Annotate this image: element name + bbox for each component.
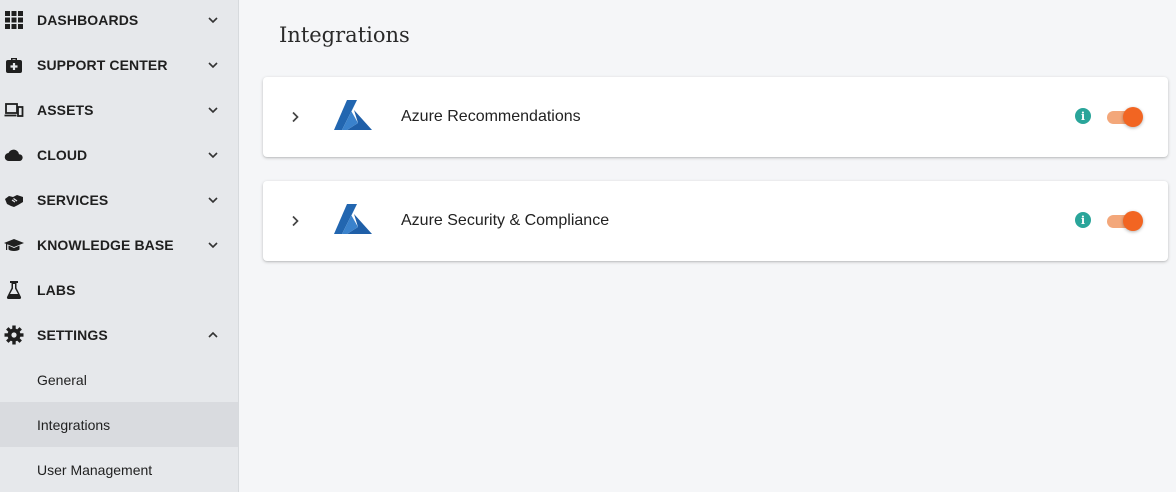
sidebar-item-dashboards[interactable]: DASHBOARDS <box>0 0 238 42</box>
sidebar-subitem-label: User Management <box>37 461 153 478</box>
chevron-down-icon <box>207 239 219 251</box>
sidebar-item-label: SETTINGS <box>37 326 108 343</box>
sidebar-item-label: SERVICES <box>37 191 109 208</box>
sidebar-item-support-center[interactable]: SUPPORT CENTER <box>0 42 238 87</box>
chevron-down-icon <box>207 14 219 26</box>
sidebar-item-settings[interactable]: SETTINGS <box>0 312 238 357</box>
chevron-down-icon <box>207 59 219 71</box>
sidebar-item-knowledge-base[interactable]: KNOWLEDGE BASE <box>0 222 238 267</box>
toggle-thumb <box>1123 211 1143 231</box>
sidebar-item-assets[interactable]: ASSETS <box>0 87 238 132</box>
sidebar-item-labs[interactable]: LABS <box>0 267 238 312</box>
medkit-icon <box>4 55 24 75</box>
chevron-right-icon[interactable] <box>285 211 305 231</box>
chevron-down-icon <box>207 104 219 116</box>
integration-card: Azure Recommendations i <box>263 77 1168 157</box>
integration-name: Azure Security & Compliance <box>401 212 610 229</box>
toggle-thumb <box>1123 107 1143 127</box>
info-icon[interactable]: i <box>1075 212 1091 228</box>
sidebar-item-label: SUPPORT CENTER <box>37 56 168 73</box>
integration-toggle[interactable] <box>1105 210 1145 232</box>
chevron-up-icon <box>207 329 219 341</box>
sidebar-item-label: CLOUD <box>37 146 88 163</box>
sidebar-subitem-label: Integrations <box>37 416 111 433</box>
flask-icon <box>4 280 24 300</box>
azure-logo <box>334 204 372 234</box>
gear-icon <box>4 325 24 345</box>
sidebar-subitem-integrations[interactable]: Integrations <box>0 402 238 447</box>
page-title: Integrations <box>279 23 410 47</box>
cloud-icon <box>4 145 24 165</box>
handshake-icon <box>4 190 24 210</box>
grid-icon <box>4 10 24 30</box>
graduation-cap-icon <box>4 235 24 255</box>
sidebar-item-label: ASSETS <box>37 101 94 118</box>
sidebar-subitem-user-management[interactable]: User Management <box>0 447 238 492</box>
integration-card: Azure Security & Compliance i <box>263 181 1168 261</box>
info-icon[interactable]: i <box>1075 108 1091 124</box>
sidebar-item-label: LABS <box>37 281 76 298</box>
sidebar-item-label: DASHBOARDS <box>37 11 139 28</box>
integration-name: Azure Recommendations <box>401 108 581 125</box>
sidebar-item-services[interactable]: SERVICES <box>0 177 238 222</box>
azure-logo <box>334 100 372 130</box>
integration-toggle[interactable] <box>1105 106 1145 128</box>
sidebar-subitem-general[interactable]: General <box>0 357 238 402</box>
sidebar-item-cloud[interactable]: CLOUD <box>0 132 238 177</box>
chevron-down-icon <box>207 149 219 161</box>
sidebar: DASHBOARDS SUPPORT CENTER ASSETS CLOUD S… <box>0 0 239 492</box>
sidebar-item-label: KNOWLEDGE BASE <box>37 236 174 253</box>
chevron-right-icon[interactable] <box>285 107 305 127</box>
sidebar-subitem-label: General <box>37 371 87 388</box>
chevron-down-icon <box>207 194 219 206</box>
devices-icon <box>4 100 24 120</box>
